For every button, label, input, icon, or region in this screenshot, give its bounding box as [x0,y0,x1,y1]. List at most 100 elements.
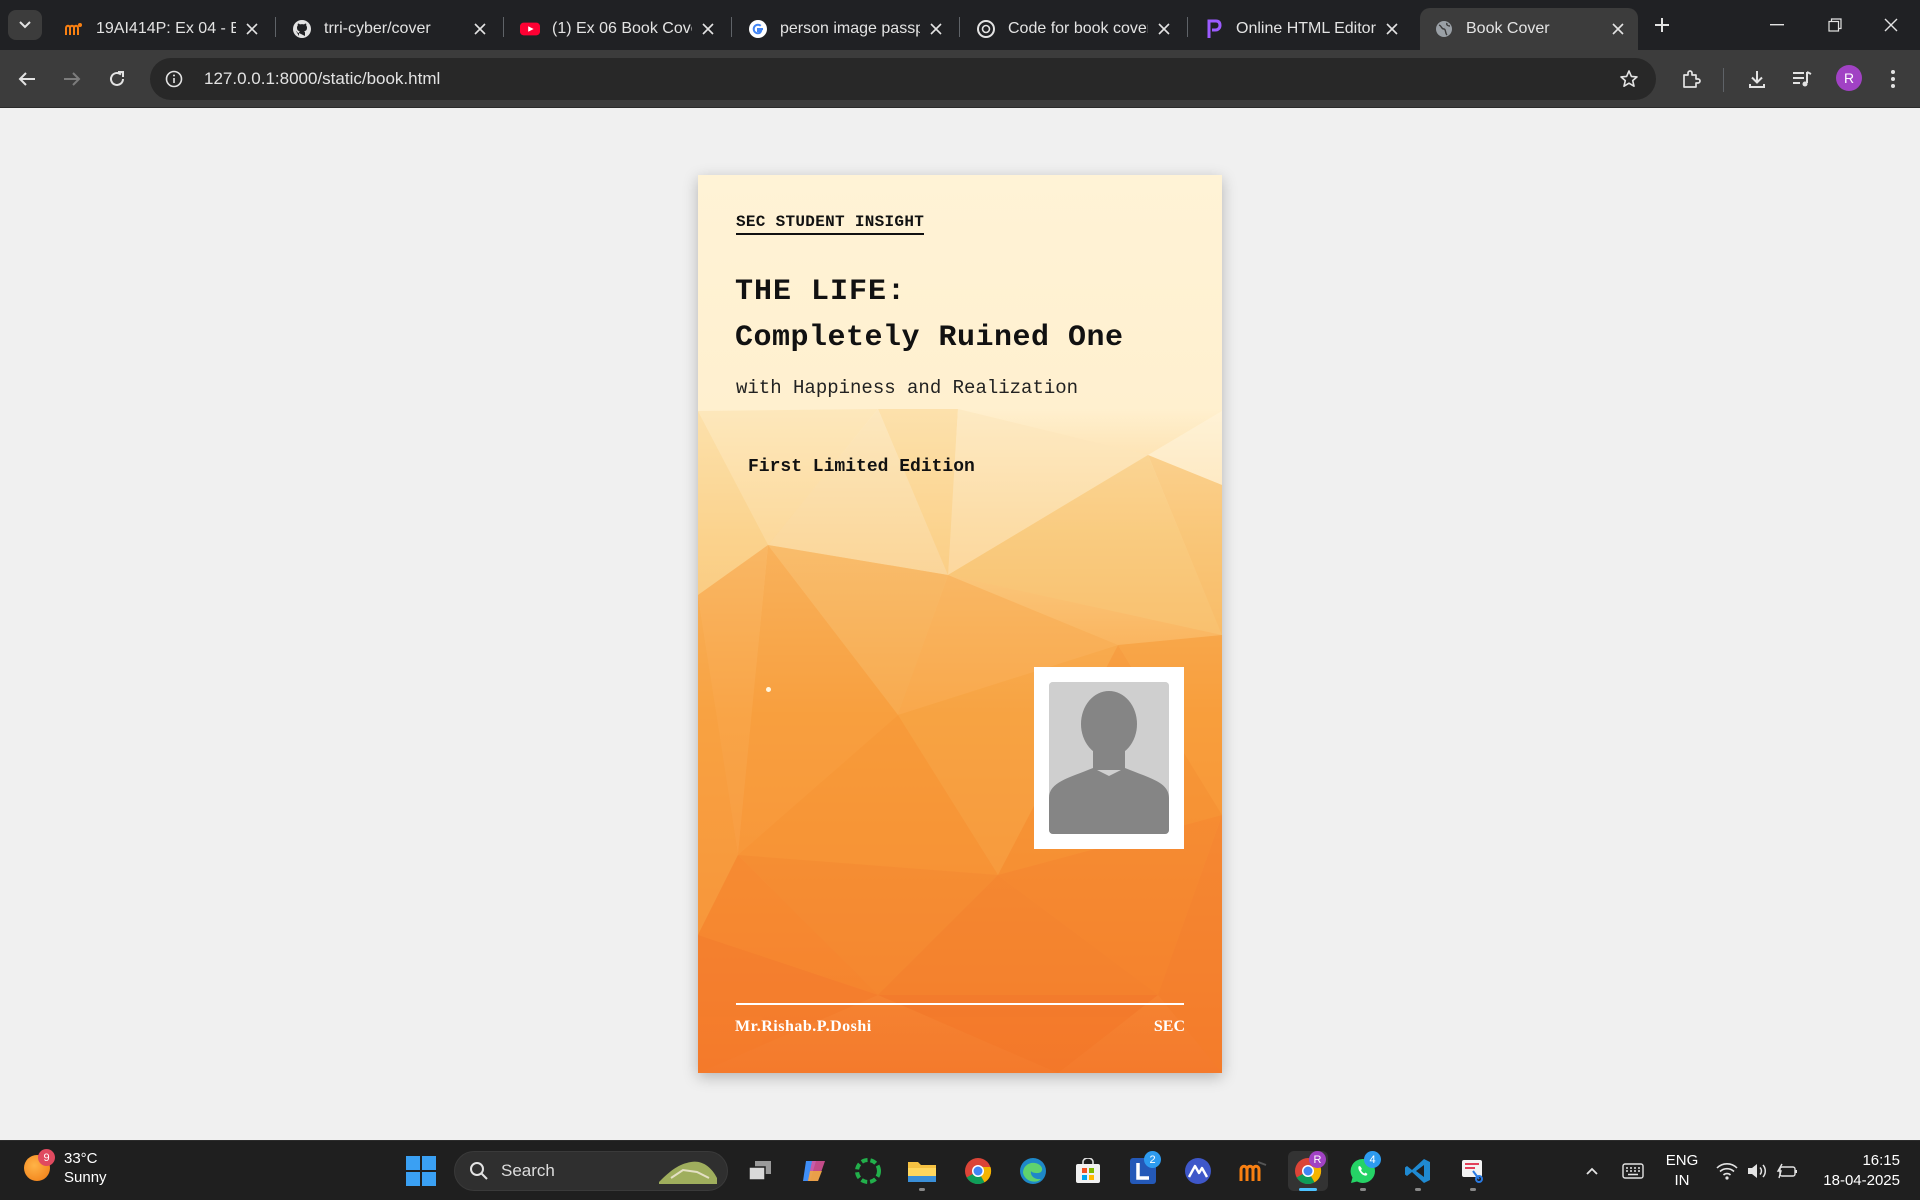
profile-avatar[interactable]: R [1836,65,1862,91]
volume-icon [1748,1164,1767,1178]
address-bar[interactable]: 127.0.0.1:8000/static/book.html [150,58,1656,100]
active-indicator [1299,1188,1317,1191]
editor-icon [1204,19,1224,39]
url-text[interactable]: 127.0.0.1:8000/static/book.html [204,69,440,89]
chrome-icon [965,1158,992,1185]
tab-moodle[interactable]: 19AI414P: Ex 04 - Boo [50,8,272,50]
tab-github[interactable]: trri-cyber/cover [278,8,500,50]
extensions-button[interactable] [1675,63,1707,95]
moodle-icon [1239,1161,1267,1181]
edge-icon [1020,1158,1046,1184]
github-icon [292,19,312,39]
plus-icon [1655,18,1669,32]
google-icon [748,19,768,39]
vscode-button[interactable] [1398,1151,1438,1191]
volume-button[interactable] [1744,1141,1770,1200]
battery-charging-icon [1776,1163,1797,1179]
input-language[interactable]: ENG IN [1664,1151,1700,1191]
page-viewport: SEC STUDENT INSIGHT THE LIFE: Completely… [0,109,1920,1140]
vscode-icon [1405,1159,1430,1183]
show-hidden-icons-button[interactable] [1580,1141,1604,1200]
snipping-tool-icon [1462,1160,1483,1183]
wifi-button[interactable] [1714,1141,1740,1200]
close-icon[interactable] [1154,19,1174,39]
tab-html-editor[interactable]: Online HTML Editor [1190,8,1412,50]
close-icon[interactable] [242,19,262,39]
copilot-button[interactable] [794,1151,834,1191]
tab-title: 19AI414P: Ex 04 - Boo [96,20,236,37]
book-subtitle: with Happiness and Realization [736,377,1079,399]
menu-button[interactable] [1877,63,1909,95]
back-button[interactable] [11,63,43,95]
book-title-line1: THE LIFE: [735,275,907,309]
tab-separator [959,17,960,37]
windows-taskbar: 9 33°C Sunny Search 2 R 4 ENG IN 16:15 1… [0,1140,1920,1200]
whatsapp-button[interactable]: 4 [1343,1151,1383,1191]
tab-separator [503,17,504,37]
task-view-icon [748,1161,771,1181]
edge-button[interactable] [1013,1151,1053,1191]
tab-separator [731,17,732,37]
close-icon[interactable] [1382,19,1402,39]
tab-separator [1187,17,1188,37]
task-view-button[interactable] [740,1151,780,1191]
media-controls-button[interactable] [1786,63,1818,95]
start-button[interactable] [406,1156,436,1191]
site-info-icon[interactable] [158,63,190,95]
downloads-button[interactable] [1741,63,1773,95]
taskbar-search[interactable]: Search [454,1151,728,1191]
more-vert-icon [1891,70,1895,88]
close-icon[interactable] [698,19,718,39]
tab-search-button[interactable] [8,10,42,40]
touch-keyboard-button[interactable] [1618,1141,1648,1200]
notification-badge: 2 [1144,1151,1161,1168]
person-silhouette-icon [1049,682,1169,834]
forward-button[interactable] [56,63,88,95]
moodle-app-button[interactable] [1233,1151,1273,1191]
app-green-ring-icon [855,1158,881,1184]
search-label: Search [501,1161,555,1180]
reload-icon [110,71,124,86]
tab-title: Book Cover [1466,20,1550,37]
tab-title: trri-cyber/cover [324,20,431,37]
decorative-dot [766,687,771,692]
running-indicator [919,1188,925,1191]
close-icon[interactable] [470,19,490,39]
store-button[interactable] [1068,1151,1108,1191]
close-icon[interactable] [926,19,946,39]
weather-temp: 33°C [64,1150,98,1167]
new-tab-button[interactable] [1648,13,1676,37]
tab-google[interactable]: person image passpo [734,8,956,50]
l-app-button[interactable]: 2 [1123,1151,1163,1191]
snipping-tool-button[interactable] [1453,1151,1493,1191]
chevron-down-icon [19,21,31,29]
book-cover: SEC STUDENT INSIGHT THE LIFE: Completely… [698,175,1222,1073]
tab-book-cover[interactable]: Book Cover [1420,8,1638,50]
system-clock[interactable]: 16:15 18-04-2025 [1812,1151,1900,1191]
battery-button[interactable] [1774,1141,1800,1200]
browser-toolbar: 127.0.0.1:8000/static/book.html [0,50,1920,108]
globe-icon [1434,19,1454,39]
tab-youtube[interactable]: (1) Ex 06 Book Cover [506,8,728,50]
reload-button[interactable] [101,63,133,95]
tab-title: (1) Ex 06 Book Cover [552,20,692,37]
green-ring-app-button[interactable] [848,1151,888,1191]
mountain-app-button[interactable] [1178,1151,1218,1191]
chrome-profile-button[interactable]: R [1288,1151,1328,1191]
chevron-up-icon [1586,1167,1598,1175]
book-edition: First Limited Edition [748,457,975,477]
chrome-button[interactable] [958,1151,998,1191]
tab-chatgpt[interactable]: Code for book cover [962,8,1184,50]
author-photo-frame [1034,667,1184,849]
arrow-left-icon [18,72,35,86]
weather-widget[interactable]: 9 33°C Sunny [24,1149,107,1187]
search-highlight-icon [659,1161,717,1184]
close-window-button[interactable] [1862,0,1920,50]
restore-button[interactable] [1806,0,1864,50]
arrow-right-icon [64,72,81,86]
chatgpt-icon [976,19,996,39]
file-explorer-button[interactable] [902,1151,942,1191]
minimize-button[interactable] [1748,0,1806,50]
close-icon[interactable] [1608,19,1628,39]
bookmark-star-icon[interactable] [1614,64,1644,94]
